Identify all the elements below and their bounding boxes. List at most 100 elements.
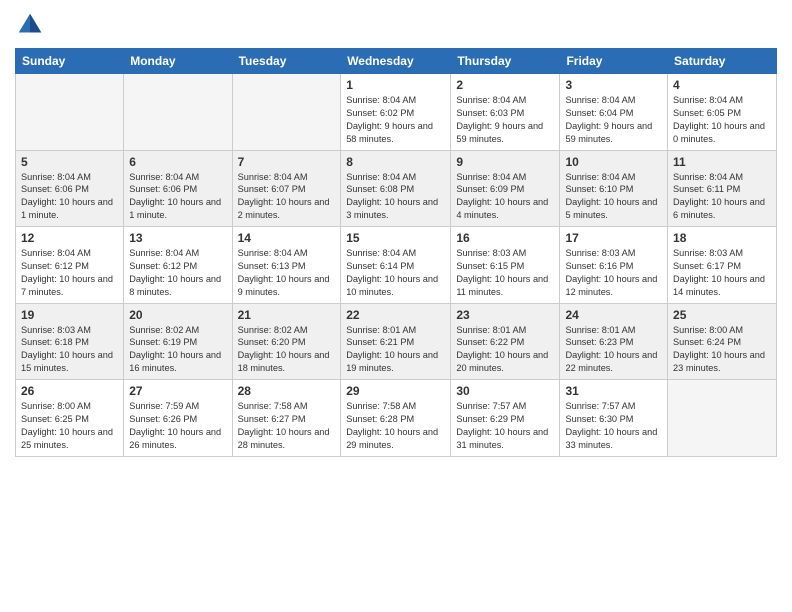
day-info: Sunrise: 8:04 AMSunset: 6:04 PMDaylight:…	[565, 94, 662, 146]
day-info: Sunrise: 8:04 AMSunset: 6:12 PMDaylight:…	[129, 247, 226, 299]
day-info: Sunrise: 8:04 AMSunset: 6:10 PMDaylight:…	[565, 171, 662, 223]
calendar-cell: 8 Sunrise: 8:04 AMSunset: 6:08 PMDaylight…	[341, 150, 451, 227]
day-info: Sunrise: 8:04 AMSunset: 6:11 PMDaylight:…	[673, 171, 771, 223]
header-monday: Monday	[124, 49, 232, 74]
page: SundayMondayTuesdayWednesdayThursdayFrid…	[0, 0, 792, 612]
calendar-cell: 21 Sunrise: 8:02 AMSunset: 6:20 PMDayligh…	[232, 303, 341, 380]
day-number: 10	[565, 155, 662, 169]
week-row-2: 5 Sunrise: 8:04 AMSunset: 6:06 PMDaylight…	[16, 150, 777, 227]
calendar-cell: 4Sunrise: 8:04 AMSunset: 6:05 PMDaylight…	[668, 74, 777, 151]
calendar-header-row: SundayMondayTuesdayWednesdayThursdayFrid…	[16, 49, 777, 74]
day-number: 2	[456, 78, 554, 92]
day-info: Sunrise: 8:03 AMSunset: 6:17 PMDaylight:…	[673, 247, 771, 299]
header-tuesday: Tuesday	[232, 49, 341, 74]
header-thursday: Thursday	[451, 49, 560, 74]
day-number: 8	[346, 155, 445, 169]
calendar-cell: 14Sunrise: 8:04 AMSunset: 6:13 PMDayligh…	[232, 227, 341, 304]
calendar-cell: 25Sunrise: 8:00 AMSunset: 6:24 PMDayligh…	[668, 303, 777, 380]
day-info: Sunrise: 8:04 AMSunset: 6:07 PMDaylight:…	[238, 171, 336, 223]
calendar-cell: 31 Sunrise: 7:57 AMSunset: 6:30 PMDayligh…	[560, 380, 668, 457]
day-info: Sunrise: 8:04 AMSunset: 6:12 PMDaylight:…	[21, 247, 118, 299]
day-number: 27	[129, 384, 226, 398]
week-row-1: 1Sunrise: 8:04 AMSunset: 6:02 PMDaylight…	[16, 74, 777, 151]
header	[15, 10, 777, 40]
week-row-5: 26 Sunrise: 8:00 AMSunset: 6:25 PMDayligh…	[16, 380, 777, 457]
calendar-table: SundayMondayTuesdayWednesdayThursdayFrid…	[15, 48, 777, 457]
header-saturday: Saturday	[668, 49, 777, 74]
calendar-cell: 10 Sunrise: 8:04 AMSunset: 6:10 PMDayligh…	[560, 150, 668, 227]
day-info: Sunrise: 8:03 AMSunset: 6:15 PMDaylight:…	[456, 247, 554, 299]
day-number: 14	[238, 231, 336, 245]
day-number: 23	[456, 308, 554, 322]
day-number: 7	[238, 155, 336, 169]
calendar-cell: 1Sunrise: 8:04 AMSunset: 6:02 PMDaylight…	[341, 74, 451, 151]
day-info: Sunrise: 8:04 AMSunset: 6:14 PMDaylight:…	[346, 247, 445, 299]
day-number: 21	[238, 308, 336, 322]
day-info: Sunrise: 8:03 AMSunset: 6:18 PMDaylight:…	[21, 324, 118, 376]
calendar-cell: 5 Sunrise: 8:04 AMSunset: 6:06 PMDaylight…	[16, 150, 124, 227]
week-row-3: 12Sunrise: 8:04 AMSunset: 6:12 PMDayligh…	[16, 227, 777, 304]
calendar-cell: 28 Sunrise: 7:58 AMSunset: 6:27 PMDayligh…	[232, 380, 341, 457]
header-sunday: Sunday	[16, 49, 124, 74]
day-info: Sunrise: 7:58 AMSunset: 6:28 PMDaylight:…	[346, 400, 445, 452]
calendar-cell: 2 Sunrise: 8:04 AMSunset: 6:03 PMDaylight…	[451, 74, 560, 151]
logo-icon	[15, 10, 45, 40]
day-info: Sunrise: 8:04 AMSunset: 6:06 PMDaylight:…	[21, 171, 118, 223]
day-number: 11	[673, 155, 771, 169]
day-number: 4	[673, 78, 771, 92]
calendar-cell: 13 Sunrise: 8:04 AMSunset: 6:12 PMDayligh…	[124, 227, 232, 304]
day-number: 20	[129, 308, 226, 322]
day-number: 17	[565, 231, 662, 245]
day-number: 15	[346, 231, 445, 245]
calendar-cell: 17Sunrise: 8:03 AMSunset: 6:16 PMDayligh…	[560, 227, 668, 304]
calendar-cell: 29 Sunrise: 7:58 AMSunset: 6:28 PMDayligh…	[341, 380, 451, 457]
day-number: 18	[673, 231, 771, 245]
day-number: 9	[456, 155, 554, 169]
calendar-cell: 11 Sunrise: 8:04 AMSunset: 6:11 PMDayligh…	[668, 150, 777, 227]
week-row-4: 19 Sunrise: 8:03 AMSunset: 6:18 PMDayligh…	[16, 303, 777, 380]
day-info: Sunrise: 8:04 AMSunset: 6:03 PMDaylight:…	[456, 94, 554, 146]
calendar-cell: 26 Sunrise: 8:00 AMSunset: 6:25 PMDayligh…	[16, 380, 124, 457]
day-info: Sunrise: 7:59 AMSunset: 6:26 PMDaylight:…	[129, 400, 226, 452]
day-info: Sunrise: 7:57 AMSunset: 6:29 PMDaylight:…	[456, 400, 554, 452]
calendar-cell: 30Sunrise: 7:57 AMSunset: 6:29 PMDayligh…	[451, 380, 560, 457]
day-number: 5	[21, 155, 118, 169]
header-wednesday: Wednesday	[341, 49, 451, 74]
day-number: 13	[129, 231, 226, 245]
calendar-cell: 23 Sunrise: 8:01 AMSunset: 6:22 PMDayligh…	[451, 303, 560, 380]
calendar-cell: 12Sunrise: 8:04 AMSunset: 6:12 PMDayligh…	[16, 227, 124, 304]
day-info: Sunrise: 8:04 AMSunset: 6:06 PMDaylight:…	[129, 171, 226, 223]
day-number: 28	[238, 384, 336, 398]
day-number: 24	[565, 308, 662, 322]
day-number: 16	[456, 231, 554, 245]
day-info: Sunrise: 8:02 AMSunset: 6:20 PMDaylight:…	[238, 324, 336, 376]
day-number: 26	[21, 384, 118, 398]
calendar-cell: 20Sunrise: 8:02 AMSunset: 6:19 PMDayligh…	[124, 303, 232, 380]
day-info: Sunrise: 8:04 AMSunset: 6:08 PMDaylight:…	[346, 171, 445, 223]
day-info: Sunrise: 7:57 AMSunset: 6:30 PMDaylight:…	[565, 400, 662, 452]
day-number: 29	[346, 384, 445, 398]
header-friday: Friday	[560, 49, 668, 74]
day-number: 25	[673, 308, 771, 322]
day-info: Sunrise: 8:01 AMSunset: 6:22 PMDaylight:…	[456, 324, 554, 376]
calendar-cell: 7 Sunrise: 8:04 AMSunset: 6:07 PMDaylight…	[232, 150, 341, 227]
logo	[15, 10, 49, 40]
day-number: 6	[129, 155, 226, 169]
day-number: 31	[565, 384, 662, 398]
calendar-cell: 16 Sunrise: 8:03 AMSunset: 6:15 PMDayligh…	[451, 227, 560, 304]
calendar-cell	[124, 74, 232, 151]
day-info: Sunrise: 8:01 AMSunset: 6:23 PMDaylight:…	[565, 324, 662, 376]
day-number: 3	[565, 78, 662, 92]
day-number: 19	[21, 308, 118, 322]
calendar-cell: 15 Sunrise: 8:04 AMSunset: 6:14 PMDayligh…	[341, 227, 451, 304]
day-info: Sunrise: 8:00 AMSunset: 6:25 PMDaylight:…	[21, 400, 118, 452]
calendar-cell: 18 Sunrise: 8:03 AMSunset: 6:17 PMDayligh…	[668, 227, 777, 304]
day-info: Sunrise: 7:58 AMSunset: 6:27 PMDaylight:…	[238, 400, 336, 452]
calendar-cell: 9Sunrise: 8:04 AMSunset: 6:09 PMDaylight…	[451, 150, 560, 227]
day-info: Sunrise: 8:01 AMSunset: 6:21 PMDaylight:…	[346, 324, 445, 376]
calendar-cell	[668, 380, 777, 457]
day-info: Sunrise: 8:04 AMSunset: 6:02 PMDaylight:…	[346, 94, 445, 146]
day-number: 22	[346, 308, 445, 322]
calendar-cell: 3 Sunrise: 8:04 AMSunset: 6:04 PMDaylight…	[560, 74, 668, 151]
calendar-cell: 22 Sunrise: 8:01 AMSunset: 6:21 PMDayligh…	[341, 303, 451, 380]
